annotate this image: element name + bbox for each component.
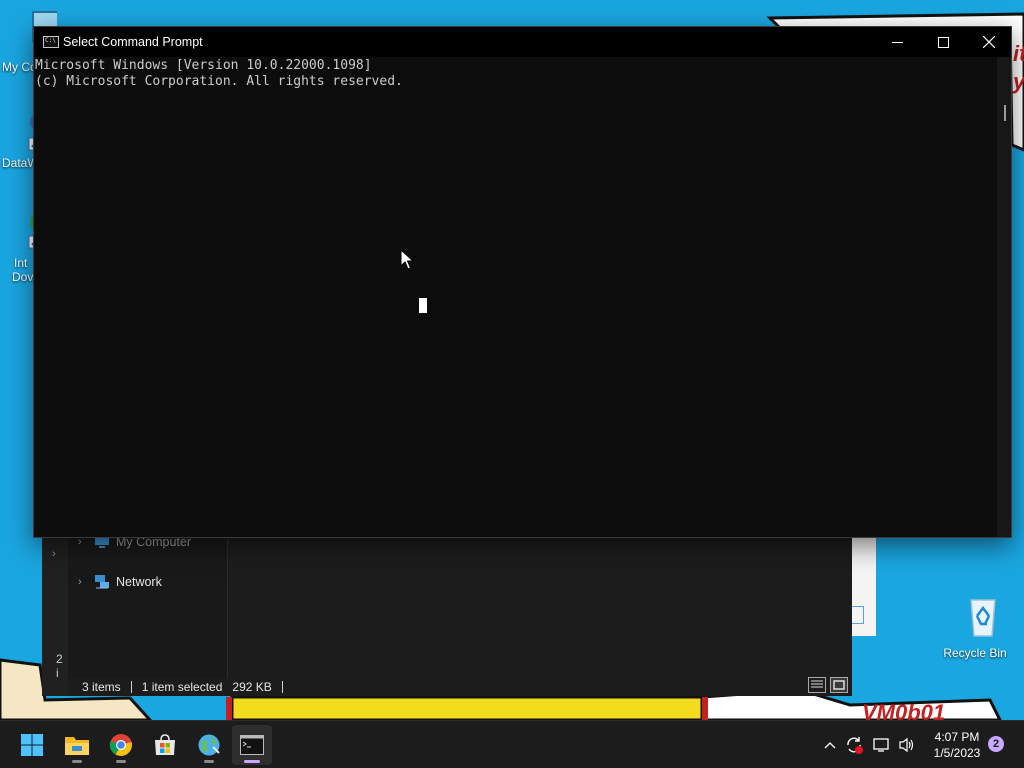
wallpaper-text-right-2: y: [1013, 68, 1024, 96]
sync-error-icon: [847, 737, 863, 754]
start-button[interactable]: [12, 725, 52, 765]
command-prompt-icon[interactable]: [43, 36, 59, 48]
status-item-count: 3 items: [82, 680, 121, 694]
status-separator: [130, 681, 132, 693]
taskbar-chrome[interactable]: [101, 725, 141, 765]
title-bar[interactable]: Select Command Prompt: [34, 27, 1011, 57]
recycle-bin-icon: [969, 599, 996, 637]
chevron-right-icon[interactable]: ›: [78, 576, 88, 588]
explorer-item-count-partial: 2 i: [56, 652, 63, 680]
nav-item-label: Network: [116, 575, 162, 589]
maximize-button[interactable]: [920, 27, 966, 57]
active-window-indicator: [244, 760, 260, 763]
desktop-icon-label: My Co: [2, 60, 37, 74]
store-icon: [155, 734, 175, 755]
explorer-navigation-pane[interactable]: › My Computer › Network: [68, 535, 228, 678]
large-icons-view-icon[interactable]: [830, 677, 848, 693]
taskbar-file-explorer[interactable]: [57, 725, 97, 765]
notification-badge[interactable]: 2: [988, 736, 1004, 752]
start-icon: [21, 734, 43, 756]
running-indicator: [116, 760, 126, 763]
background-window-edge: [852, 536, 876, 636]
wallpaper-text-right: it y: [1013, 40, 1024, 96]
file-explorer-icon: [65, 737, 89, 755]
console-output[interactable]: Microsoft Windows [Version 10.0.22000.10…: [35, 58, 999, 536]
console-line: (c) Microsoft Corporation. All rights re…: [35, 74, 403, 89]
status-separator: [281, 681, 283, 693]
taskbar-command-prompt[interactable]: [232, 725, 272, 765]
close-icon: [983, 36, 995, 48]
globe-app-icon: [198, 734, 220, 756]
window-title: Select Command Prompt: [63, 35, 203, 49]
clock-time: 4:07 PM: [934, 730, 980, 744]
network-status-button[interactable]: [872, 735, 892, 755]
clock-date: 1/5/2023: [933, 746, 981, 760]
minimize-icon: [891, 41, 903, 43]
text-cursor: [419, 298, 427, 313]
network-icon: [95, 575, 109, 589]
show-hidden-icons-button[interactable]: [820, 735, 840, 755]
close-button[interactable]: [966, 27, 1012, 57]
chevron-right-icon[interactable]: ›: [52, 548, 56, 560]
desktop-icon-label: Recycle Bin: [943, 646, 1007, 660]
taskbar-globe-app[interactable]: [189, 725, 229, 765]
running-indicator: [72, 760, 82, 763]
view-toggle-group: [808, 677, 848, 693]
running-indicator: [204, 760, 214, 763]
network-monitor-icon: [873, 738, 889, 752]
command-prompt-window[interactable]: Select Command Prompt Microsoft Windows …: [33, 26, 1012, 538]
taskbar-microsoft-store[interactable]: [145, 725, 185, 765]
taskbar-clock[interactable]: 4:07 PM 1/5/2023: [920, 729, 994, 761]
maximize-icon: [937, 36, 949, 48]
scrollbar-thumb[interactable]: [1004, 105, 1006, 121]
desktop-icon-recycle-bin[interactable]: Recycle Bin: [940, 594, 1010, 660]
status-selected: 1 item selected: [141, 680, 223, 694]
explorer-status-bar: 3 items 1 item selected 292 KB: [68, 678, 852, 696]
details-view-icon[interactable]: [808, 677, 826, 693]
desktop-icon-label-line2: Dov: [12, 270, 34, 284]
terminal-icon: [240, 735, 264, 755]
sync-status-button[interactable]: [844, 735, 864, 755]
speaker-icon: [899, 737, 914, 753]
background-window-field: [852, 606, 864, 624]
vertical-scrollbar[interactable]: [997, 57, 1011, 537]
console-line: Microsoft Windows [Version 10.0.22000.10…: [35, 58, 372, 73]
desktop-icon-label-line1: Int: [14, 256, 28, 270]
wallpaper-text-right-1: it: [1013, 41, 1024, 66]
explorer-left-strip: › 2 i: [42, 536, 68, 696]
nav-item-network[interactable]: › Network: [78, 572, 162, 592]
file-explorer-window[interactable]: › 2 i › My Computer › Network 3 items 1 …: [42, 535, 852, 696]
mouse-pointer-icon: [400, 249, 414, 270]
minimize-button[interactable]: [874, 27, 920, 57]
volume-button[interactable]: [897, 735, 917, 755]
taskbar: 4:07 PM 1/5/2023 2: [0, 720, 1024, 768]
status-size: 292 KB: [232, 680, 272, 694]
chrome-icon: [109, 734, 132, 756]
chevron-up-icon: [824, 742, 836, 749]
